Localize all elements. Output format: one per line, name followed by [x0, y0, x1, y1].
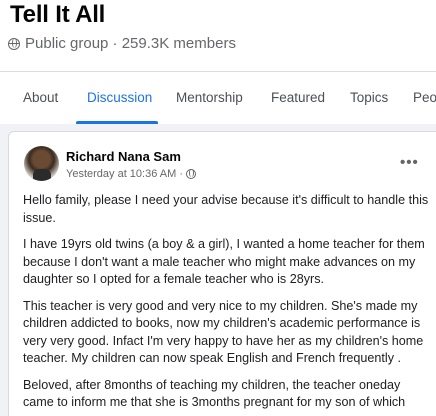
post-author[interactable]: Richard Nana Sam: [66, 149, 181, 164]
tab-about[interactable]: About: [23, 90, 58, 105]
tab-featured[interactable]: Featured: [271, 90, 325, 105]
globe-icon: [186, 169, 196, 179]
group-privacy-members: Public group · 259.3K members: [25, 35, 236, 52]
post-body: Hello family, please I need your advise …: [23, 192, 429, 416]
post-paragraph: Hello family, please I need your advise …: [23, 193, 429, 225]
avatar[interactable]: [24, 146, 59, 181]
post-paragraph: Beloved, after 8months of teaching my ch…: [23, 377, 406, 410]
post-card: Richard Nana Sam Yesterday at 10:36 AM ·…: [8, 131, 436, 416]
tab-topics[interactable]: Topics: [350, 90, 388, 105]
more-options-icon[interactable]: •••: [400, 154, 419, 171]
group-header: Tell It All Public group · 259.3K member…: [0, 0, 436, 72]
tab-mentorship[interactable]: Mentorship: [176, 90, 243, 105]
group-title[interactable]: Tell It All: [10, 1, 105, 29]
group-meta: Public group · 259.3K members: [8, 35, 236, 52]
post-time[interactable]: Yesterday at 10:36 AM ·: [66, 168, 183, 180]
globe-icon: [8, 37, 20, 50]
post-timestamp: Yesterday at 10:36 AM ·: [66, 168, 196, 180]
tab-people[interactable]: Peo: [413, 90, 436, 105]
tab-discussion[interactable]: Discussion: [87, 90, 152, 105]
group-tabs: About Discussion Mentorship Featured Top…: [0, 72, 436, 124]
post-paragraph: I have 19yrs old twins (a boy & a girl),…: [23, 237, 425, 286]
post-paragraph: This teacher is very good and very nice …: [23, 298, 424, 366]
